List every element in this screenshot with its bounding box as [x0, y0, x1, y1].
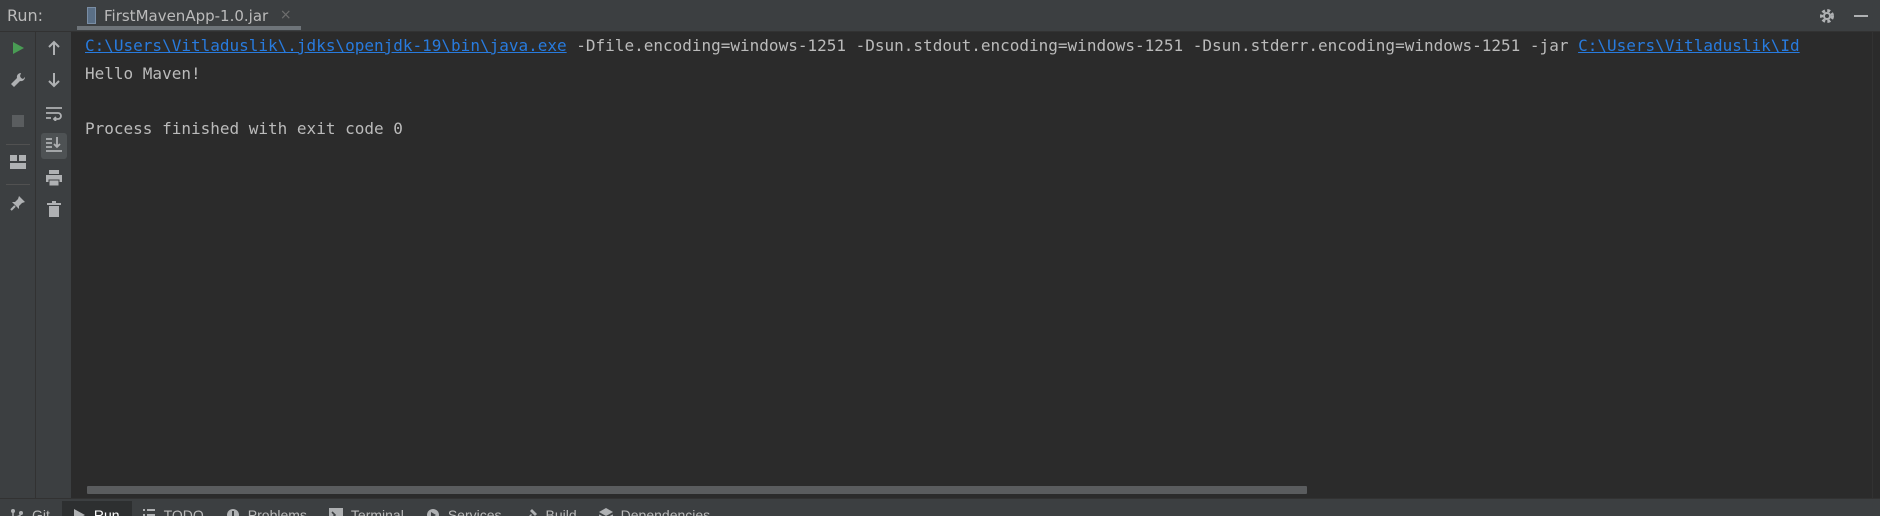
horizontal-scrollbar[interactable]	[87, 486, 1307, 494]
edit-configuration-button[interactable]	[5, 69, 31, 95]
tool-window-label: TODO	[163, 507, 204, 516]
down-arrow-icon	[47, 72, 61, 92]
tool-window-dependencies[interactable]: Dependencies	[589, 501, 723, 516]
rerun-icon	[10, 40, 26, 60]
console-line-output: Hello Maven!	[85, 64, 201, 83]
console-line-command: C:\Users\Vitladuslik\.jdks\openjdk-19\bi…	[85, 32, 1800, 60]
print-button[interactable]	[41, 167, 67, 193]
run-tool-window-header: Run: FirstMavenApp-1.0.jar ×	[0, 0, 1880, 32]
todo-icon	[142, 508, 156, 516]
scroll-to-end-button[interactable]	[41, 133, 67, 159]
console-toolbar	[36, 32, 72, 498]
console-output[interactable]: C:\Users\Vitladuslik\.jdks\openjdk-19\bi…	[73, 32, 1880, 498]
toolbar-separator	[6, 184, 30, 185]
tool-window-build[interactable]: Build	[514, 501, 589, 516]
pin-icon	[10, 195, 26, 215]
stop-button[interactable]	[5, 109, 31, 135]
vertical-scrollbar[interactable]	[1872, 32, 1880, 498]
build-icon	[524, 508, 538, 516]
tab-label: FirstMavenApp-1.0.jar	[104, 6, 269, 25]
next-occurrence-button[interactable]	[41, 69, 67, 95]
tool-window-label: Run	[93, 507, 120, 516]
services-icon	[426, 508, 440, 516]
layout-button[interactable]	[5, 150, 31, 176]
clear-all-button[interactable]	[41, 198, 67, 224]
run-actions-toolbar	[0, 32, 36, 498]
run-icon	[72, 508, 86, 516]
dependencies-icon	[598, 508, 614, 516]
toolbar-separator	[6, 144, 30, 145]
close-icon[interactable]: ×	[278, 8, 293, 23]
problems-icon	[226, 508, 240, 516]
tool-window-terminal[interactable]: Terminal	[319, 501, 416, 516]
scroll-to-end-icon	[45, 136, 63, 156]
soft-wrap-icon	[45, 105, 63, 125]
pin-tab-button[interactable]	[5, 192, 31, 218]
previous-occurrence-button[interactable]	[41, 37, 67, 63]
tab-active-indicator	[77, 25, 302, 30]
minimize-icon[interactable]	[1850, 5, 1872, 27]
tab-firstmavenapp-jar[interactable]: FirstMavenApp-1.0.jar ×	[77, 0, 302, 32]
wrench-icon	[9, 71, 27, 93]
tool-window-problems[interactable]: Problems	[216, 501, 319, 516]
header-actions	[1804, 0, 1872, 32]
stop-icon	[11, 113, 25, 132]
tool-window-label: Services	[447, 507, 502, 516]
tool-window-label: Build	[545, 507, 577, 516]
command-args: -Dfile.encoding=windows-1251 -Dsun.stdou…	[566, 36, 1579, 55]
console-line-exit: Process finished with exit code 0	[85, 119, 403, 138]
tool-window-label: Dependencies	[620, 507, 711, 516]
tool-window-bar: Git Run TODO Problems Terminal Services …	[0, 498, 1880, 516]
print-icon	[45, 170, 63, 190]
tool-window-label: Terminal	[350, 507, 404, 516]
run-label: Run:	[7, 6, 44, 25]
java-executable-link[interactable]: C:\Users\Vitladuslik\.jdks\openjdk-19\bi…	[85, 36, 567, 55]
git-icon	[10, 508, 24, 516]
tool-window-label: Git	[32, 507, 50, 516]
tool-window-todo[interactable]: TODO	[132, 501, 216, 516]
layout-icon	[10, 154, 26, 173]
rerun-button[interactable]	[5, 37, 31, 63]
terminal-icon	[328, 508, 343, 516]
trash-icon	[47, 201, 61, 221]
gear-icon[interactable]	[1816, 5, 1838, 27]
soft-wrap-button[interactable]	[41, 102, 67, 128]
jar-file-icon	[87, 7, 96, 24]
tool-window-git[interactable]: Git	[0, 501, 62, 516]
tool-window-services[interactable]: Services	[416, 501, 514, 516]
tool-window-label: Problems	[247, 507, 307, 516]
up-arrow-icon	[47, 40, 61, 60]
jar-path-link[interactable]: C:\Users\Vitladuslik\Id	[1578, 36, 1800, 55]
tool-window-run[interactable]: Run	[61, 501, 132, 516]
